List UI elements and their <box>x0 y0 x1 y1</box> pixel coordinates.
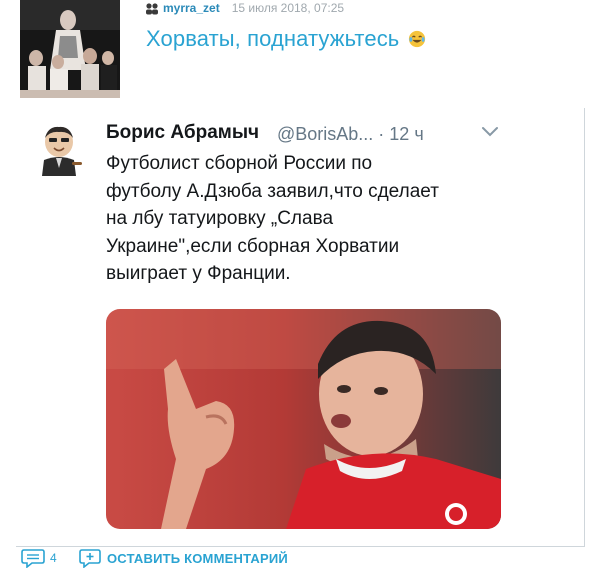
tweet-body-line: Украине",если сборная Хорватии <box>106 235 400 257</box>
tweet-handle-time[interactable]: @BorisAb... · 12 ч <box>277 124 424 145</box>
tweet-photo[interactable] <box>106 309 501 529</box>
post-text-content: Хорваты, поднатужьтесь <box>146 26 400 51</box>
add-comment-label: ОСТАВИТЬ КОММЕНТАРИЙ <box>107 550 288 566</box>
tweet-body-line: футболу А.Дзюба заявил,что сделает <box>106 180 439 202</box>
post-meta: myrra_zet 15 июля 2018, 07:25 <box>145 0 344 16</box>
tweet-body-line: на лбу татуировку „Слава <box>106 208 334 229</box>
add-comment-icon <box>79 549 101 568</box>
users-icon <box>146 2 158 14</box>
post-avatar-image[interactable] <box>20 0 120 98</box>
post-frame: myrra_zet 15 июля 2018, 07:25 Хорваты, п… <box>0 0 601 588</box>
comments-count-button[interactable]: 4 <box>20 547 57 569</box>
tweet-author-avatar[interactable] <box>36 124 84 176</box>
add-comment-button[interactable]: ОСТАВИТЬ КОММЕНТАРИЙ <box>78 547 288 569</box>
tweet-body: Футболист сборной России по футболу А.Дз… <box>106 150 506 288</box>
chevron-down-icon[interactable] <box>480 124 500 140</box>
tweet-body-line: выиграет у Франции. <box>106 263 291 284</box>
post-date: 15 июля 2018, 07:25 <box>231 1 345 15</box>
post-username[interactable]: myrra_zet <box>163 1 220 15</box>
tweet-author-name[interactable]: Борис Абрамыч <box>106 122 259 144</box>
laughing-tears-emoji-icon <box>408 30 425 48</box>
comments-count: 4 <box>50 551 57 565</box>
post-text: Хорваты, поднатужьтесь <box>146 26 426 52</box>
tweet-body-line: Футболист сборной России по <box>106 153 373 174</box>
comment-bubble-icon <box>21 549 45 568</box>
